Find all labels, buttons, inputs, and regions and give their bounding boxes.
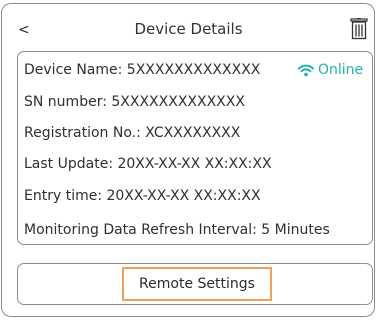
page-title: Device Details (134, 20, 243, 38)
status-badge: Online (298, 62, 363, 78)
device-name: Device Name: 5XXXXXXXXXXXXX (24, 62, 261, 78)
registration-number: Registration No.: XCXXXXXXXX (24, 125, 241, 141)
remote-settings-button[interactable]: Remote Settings (122, 267, 272, 301)
wifi-icon (298, 64, 314, 76)
last-update: Last Update: 20XX-XX-XX XX:XX:XX (24, 156, 272, 172)
trash-icon[interactable] (350, 18, 368, 40)
header-bar: < Device Details (0, 18, 377, 48)
status-label: Online (318, 62, 364, 78)
entry-time: Entry time: 20XX-XX-XX XX:XX:XX (24, 188, 261, 204)
sn-number: SN number: 5XXXXXXXXXXXXX (24, 94, 245, 110)
device-details-card: Device Name: 5XXXXXXXXXXXXX Online SN nu… (17, 51, 373, 245)
refresh-interval: Monitoring Data Refresh Interval: 5 Minu… (24, 222, 330, 238)
